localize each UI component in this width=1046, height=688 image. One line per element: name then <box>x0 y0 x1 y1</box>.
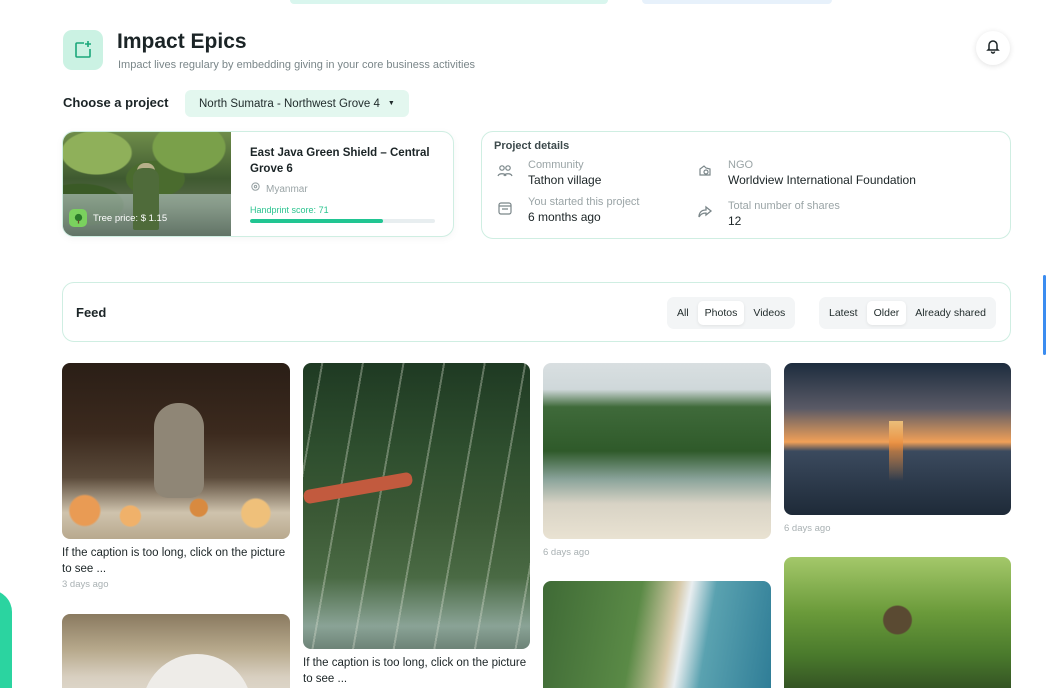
community-icon <box>496 162 514 180</box>
share-icon <box>696 203 714 221</box>
detail-shares: Total number of shares 12 <box>696 199 840 229</box>
detail-value: Tathon village <box>528 173 602 187</box>
feed-post[interactable]: 6 days ago <box>543 363 771 558</box>
post-caption: If the caption is too long, click on the… <box>303 657 527 685</box>
location-text: Myanmar <box>266 183 308 195</box>
post-time: 3 days ago <box>62 579 109 590</box>
feed-toolbar: Feed All Photos Videos Latest Older Alre… <box>62 282 1011 342</box>
feed-post[interactable]: If the caption is too long, click on the… <box>62 363 290 590</box>
calendar-icon <box>496 199 514 217</box>
detail-ngo: NGO Worldview International Foundation <box>696 158 916 188</box>
project-card[interactable]: Tree price: $ 1.15 East Java Green Shiel… <box>62 131 454 237</box>
handprint-progress-bar <box>250 219 435 223</box>
location-pin-icon <box>250 182 261 196</box>
project-dropdown[interactable]: North Sumatra - Northwest Grove 4 ▼ <box>185 90 409 117</box>
project-name: East Java Green Shield – Central Grove 6 <box>250 147 430 175</box>
tree-price-badge: Tree price: $ 1.15 <box>69 209 167 227</box>
feed-post[interactable]: If the caption is too long, click on the… <box>303 363 530 687</box>
page: Impact Epics Impact lives regulary by em… <box>0 0 1046 688</box>
main-content: Impact Epics Impact lives regulary by em… <box>0 0 1040 688</box>
post-image[interactable] <box>543 581 771 688</box>
project-details-card: Project details Community Tathon village… <box>481 131 1011 239</box>
sort-older[interactable]: Older <box>866 301 907 325</box>
detail-label: Total number of shares <box>728 200 840 212</box>
detail-started: You started this project 6 months ago <box>496 195 640 225</box>
filter-photos[interactable]: Photos <box>697 301 745 325</box>
media-type-filter: All Photos Videos <box>667 297 796 329</box>
post-image[interactable] <box>62 363 290 539</box>
bell-icon <box>985 38 1001 59</box>
post-time: 6 days ago <box>543 547 590 558</box>
project-details-title: Project details <box>494 140 570 152</box>
detail-community: Community Tathon village <box>496 158 601 188</box>
handprint-label: Handprint score: <box>250 205 317 215</box>
detail-label: Community <box>528 159 584 171</box>
handprint-value: 71 <box>318 205 329 215</box>
post-caption: If the caption is too long, click on the… <box>62 547 286 575</box>
project-photo: Tree price: $ 1.15 <box>63 132 231 236</box>
feed-post[interactable] <box>543 581 771 688</box>
project-location: Myanmar <box>250 182 308 196</box>
handprint-progress-fill <box>250 219 384 223</box>
post-image[interactable] <box>543 363 771 539</box>
feed-title: Feed <box>76 305 107 320</box>
detail-label: You started this project <box>528 196 640 208</box>
tree-price-text: Tree price: $ 1.15 <box>93 212 168 224</box>
notifications-button[interactable] <box>976 31 1010 65</box>
ngo-icon <box>696 162 714 180</box>
feed-post[interactable] <box>62 614 290 688</box>
feed-post[interactable]: 6 days ago <box>784 363 1011 534</box>
choose-project-label: Choose a project <box>63 95 169 110</box>
project-dropdown-value: North Sumatra - Northwest Grove 4 <box>199 97 380 110</box>
post-image[interactable] <box>784 557 1011 688</box>
detail-value: Worldview International Foundation <box>728 173 916 187</box>
page-subtitle: Impact lives regulary by embedding givin… <box>118 59 476 71</box>
caret-down-icon: ▼ <box>387 100 395 107</box>
post-time: 6 days ago <box>784 523 831 534</box>
sort-latest[interactable]: Latest <box>822 301 865 325</box>
handprint-score: Handprint score: 71 <box>250 205 329 215</box>
filter-all[interactable]: All <box>670 301 696 325</box>
app-logo-icon <box>63 30 103 70</box>
filter-videos[interactable]: Videos <box>746 301 792 325</box>
sort-already-shared[interactable]: Already shared <box>908 301 993 325</box>
detail-label: NGO <box>728 159 754 171</box>
page-title: Impact Epics <box>117 30 247 53</box>
post-image[interactable] <box>303 363 530 649</box>
feed-post[interactable] <box>784 557 1011 688</box>
sort-filter: Latest Older Already shared <box>819 297 996 329</box>
post-image[interactable] <box>62 614 290 688</box>
tree-icon <box>69 209 87 227</box>
detail-value: 6 months ago <box>528 210 601 224</box>
post-image[interactable] <box>784 363 1011 515</box>
detail-value: 12 <box>728 214 742 228</box>
